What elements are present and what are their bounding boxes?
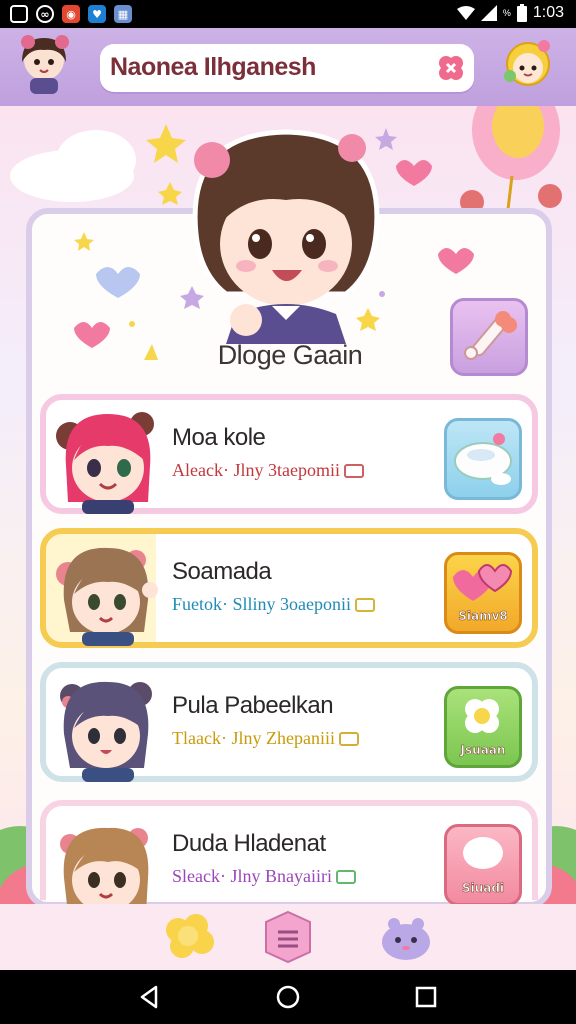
back-icon[interactable] — [136, 983, 164, 1011]
dumpling-button[interactable] — [444, 418, 522, 500]
character-avatar — [56, 547, 158, 646]
screenshot-icon — [10, 5, 28, 23]
title-bar[interactable]: Naonea Ilhganesh — [100, 44, 474, 92]
home-icon[interactable] — [274, 983, 302, 1011]
character-name: Duda Hladenat — [172, 830, 326, 857]
character-name: Pula Pabeelkan — [172, 692, 334, 719]
action-label: Siuadi — [461, 881, 505, 896]
character-name: Moa kole — [172, 424, 266, 451]
nav-pet-icon[interactable] — [376, 908, 436, 966]
list-item[interactable]: Moa kole Aleack· Jlny 3taepomii — [40, 394, 538, 514]
tag-icon — [335, 869, 356, 884]
battery-icon — [516, 4, 527, 22]
list-item[interactable]: Duda Hladenat Sleack· Jlny Bnayaiiri Siu… — [40, 800, 538, 914]
battery-percent: % — [502, 8, 511, 18]
app-title: Naonea Ilhganesh — [110, 53, 316, 81]
character-avatar — [56, 412, 154, 514]
bone-icon — [464, 311, 517, 360]
tag-icon — [343, 463, 364, 478]
dumpling-icon — [454, 433, 512, 485]
bottom-navigation — [0, 904, 576, 970]
clock: 1:03 — [532, 4, 564, 21]
hero-character — [192, 129, 380, 344]
tag-icon — [355, 597, 375, 612]
flower-icon — [465, 699, 499, 733]
character-subtitle: Aleack· Jlny 3taepomii — [172, 460, 364, 481]
flower-button[interactable]: Jsuaan — [444, 686, 522, 768]
list-item[interactable]: Soamada Fuetok· Slliny 3oaeponii Siamv8 — [40, 528, 538, 648]
action-label: Siamv8 — [458, 609, 508, 624]
profile-avatar[interactable] — [14, 34, 74, 96]
wifi-icon — [456, 6, 475, 20]
notification-icons: ∞ ◉ ♥ ▦ — [10, 5, 132, 23]
app-header: Naonea Ilhganesh — [0, 28, 576, 106]
speech-bubble-icon — [463, 837, 503, 869]
hearts-button[interactable]: Siamv8 — [444, 552, 522, 634]
list-item[interactable]: Pula Pabeelkan Tlaack· Jlny Zhepaniii Js… — [40, 662, 538, 782]
recents-icon[interactable] — [412, 983, 440, 1011]
hearts-icon — [453, 564, 513, 601]
sync-icon: ∞ — [36, 5, 54, 23]
shield-icon: ♥ — [88, 5, 106, 23]
friend-avatar[interactable] — [502, 36, 562, 98]
speech-button[interactable]: Siuadi — [444, 824, 522, 906]
hero-title: Dloge Gaain — [217, 340, 363, 370]
character-subtitle: Tlaack· Jlny Zhepaniii — [172, 728, 359, 749]
character-subtitle: Fuetok· Slliny 3oaeponii — [172, 594, 375, 615]
gallery-icon: ▦ — [114, 5, 132, 23]
character-avatar — [60, 681, 152, 782]
character-subtitle: Sleack· Jlny Bnayaiiri — [172, 866, 356, 887]
system-navigation — [0, 970, 576, 1024]
nav-menu-icon[interactable] — [258, 908, 318, 966]
alert-icon: ◉ — [62, 5, 80, 23]
action-label: Jsuaan — [460, 743, 506, 758]
tag-icon — [338, 731, 359, 746]
character-name: Soamada — [172, 558, 272, 585]
nav-home-icon[interactable] — [158, 908, 218, 966]
clear-icon[interactable] — [438, 55, 464, 81]
bone-button[interactable] — [450, 298, 528, 376]
signal-icon — [480, 5, 497, 21]
status-bar: ∞ ◉ ♥ ▦ % 1:03 — [0, 0, 576, 28]
